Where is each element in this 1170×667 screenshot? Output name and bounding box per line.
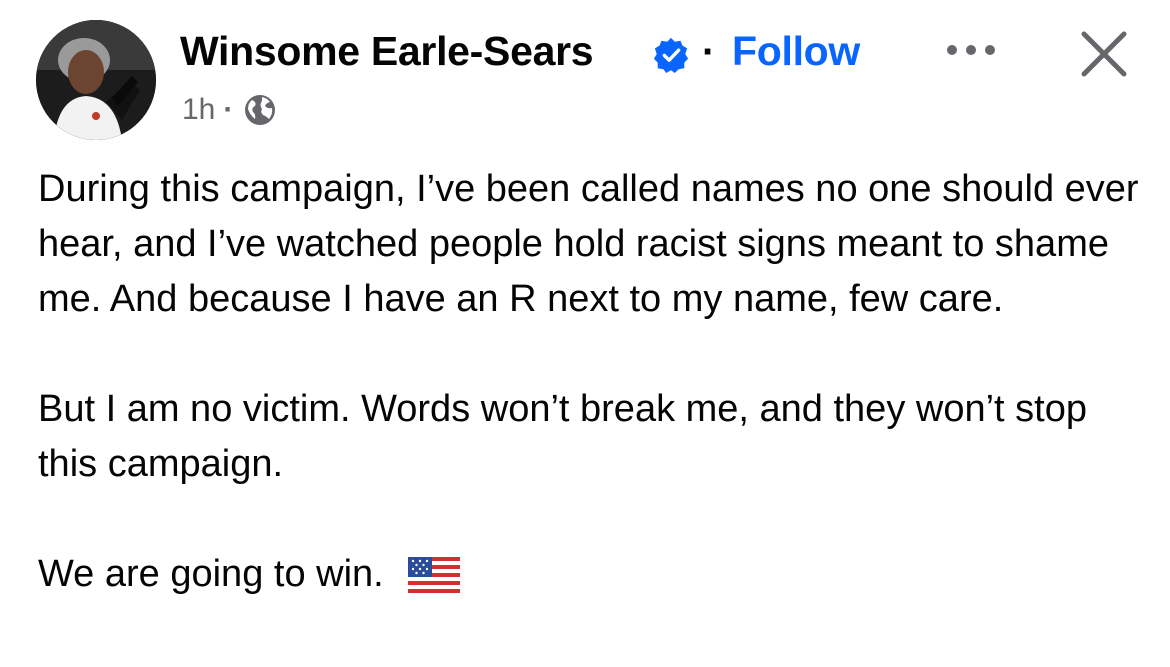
us-flag-emoji bbox=[407, 556, 460, 593]
author-name[interactable]: Winsome Earle-Sears bbox=[180, 28, 594, 75]
post-paragraph-text: We are going to win. bbox=[38, 553, 384, 595]
post-body: During this campaign, I’ve been called n… bbox=[38, 162, 1148, 602]
close-icon[interactable] bbox=[1078, 28, 1130, 80]
follow-button[interactable]: Follow bbox=[732, 28, 860, 75]
globe-icon[interactable] bbox=[243, 93, 277, 127]
meta-separator: · bbox=[223, 93, 234, 126]
author-avatar[interactable] bbox=[36, 20, 156, 140]
post-paragraph: During this campaign, I’ve been called n… bbox=[38, 168, 1139, 320]
more-options-icon[interactable] bbox=[944, 38, 998, 62]
header-separator: · bbox=[702, 30, 716, 74]
post-paragraph: But I am no victim. Words won’t break me… bbox=[38, 388, 1087, 485]
post-meta: 1h · bbox=[182, 88, 277, 132]
verified-badge-icon bbox=[653, 37, 689, 74]
post-paragraph: We are going to win. bbox=[38, 547, 1148, 602]
post-timestamp[interactable]: 1h bbox=[182, 93, 215, 127]
